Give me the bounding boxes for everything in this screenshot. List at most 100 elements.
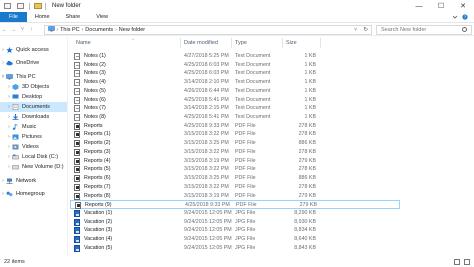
nav-quick-access[interactable]: › Quick access — [0, 45, 67, 55]
file-type: Text Document — [235, 79, 271, 86]
column-header-size[interactable]: Size — [286, 40, 297, 46]
file-row[interactable]: Notes (7) 3/14/2018 2:15 PM Text Document 1… — [70, 104, 400, 113]
pdf-file-icon — [74, 166, 80, 174]
file-date-modified: 4/25/2018 5:41 PM — [184, 96, 229, 103]
nav-new-volume-d[interactable]: › New Volume (D:) — [0, 162, 67, 172]
breadcrumb-documents[interactable]: Documents — [85, 27, 113, 33]
file-date-modified: 4/25/2018 9:33 PM — [185, 202, 230, 209]
file-row[interactable]: Vacation (2) 9/24/2015 12:05 PM JPG File 8,… — [70, 218, 400, 227]
nav-network[interactable]: › Network — [0, 176, 67, 186]
file-size: 278 KB — [298, 122, 316, 129]
column-divider[interactable] — [320, 38, 321, 48]
search-box[interactable]: Search New folder — [376, 25, 472, 35]
minimize-button[interactable]: — — [408, 0, 430, 12]
file-name: Reports (8) — [84, 192, 111, 199]
nav-onedrive[interactable]: › OneDrive — [0, 58, 67, 68]
column-divider[interactable] — [231, 38, 232, 48]
breadcrumb-this-pc[interactable]: This PC — [60, 27, 80, 33]
file-type: PDF File — [235, 122, 256, 129]
close-button[interactable]: ✕ — [452, 0, 474, 12]
pdf-file-icon — [74, 131, 80, 139]
nav-label: Homegroup — [16, 191, 45, 197]
file-row[interactable]: Notes (2) 4/25/2018 6:03 PM Text Document 1… — [70, 61, 400, 70]
nav-music[interactable]: › Music — [0, 122, 67, 132]
file-row[interactable]: Notes (3) 4/25/2018 6:03 PM Text Document 1… — [70, 69, 400, 78]
details-view-icon[interactable] — [454, 259, 460, 265]
tab-home[interactable]: Home — [27, 12, 58, 22]
tab-share[interactable]: Share — [58, 12, 89, 22]
expand-ribbon-icon[interactable] — [452, 14, 458, 20]
window-controls: — ☐ ✕ — [408, 0, 474, 12]
nav-label: Music — [22, 124, 37, 130]
tab-file[interactable]: File — [0, 12, 27, 22]
sort-ascending-icon: ^ — [132, 37, 134, 42]
file-row[interactable]: Reports (6) 3/15/2018 3:25 PM PDF File 886 … — [70, 174, 400, 183]
nav-this-pc[interactable]: ˅ This PC — [0, 72, 67, 82]
nav-downloads[interactable]: › Downloads — [0, 112, 67, 122]
file-row[interactable]: Reports (7) 3/15/2018 3:22 PM PDF File 278 … — [70, 183, 400, 192]
nav-desktop[interactable]: › Desktop — [0, 92, 67, 102]
nav-documents[interactable]: › Documents — [0, 102, 67, 112]
file-row[interactable]: Reports 4/25/2018 9:33 PM PDF File 278 KB — [70, 122, 400, 131]
file-row[interactable]: Vacation (1) 9/24/2015 12:05 PM JPG File 8,… — [70, 209, 400, 218]
file-date-modified: 4/25/2018 9:33 PM — [184, 122, 229, 129]
file-row[interactable]: Reports (9) 4/25/2018 9:33 PM PDF File 279 … — [70, 200, 400, 210]
file-type: Text Document — [235, 87, 271, 94]
file-row[interactable]: Reports (3) 3/15/2018 3:22 PM PDF File 278 … — [70, 148, 400, 157]
large-icons-view-icon[interactable] — [464, 259, 470, 265]
file-date-modified: 4/27/2018 5:25 PM — [184, 53, 229, 59]
forward-icon[interactable]: → — [9, 27, 18, 33]
pdf-file-icon — [74, 157, 80, 165]
file-row[interactable]: Vacation (5) 9/24/2015 12:05 PM JPG File 8,… — [70, 244, 400, 253]
file-date-modified: 3/15/2018 3:25 PM — [184, 175, 229, 182]
file-row[interactable]: Notes (4) 3/14/2018 2:10 PM Text Document 1… — [70, 78, 400, 87]
search-input[interactable]: Search New folder — [381, 27, 426, 33]
address-bar[interactable]: › This PC › Documents › New folder ˅ ↻ — [44, 25, 372, 35]
file-type: Text Document — [235, 96, 271, 103]
file-row[interactable]: Notes (8) 4/25/2018 5:41 PM Text Document 1… — [70, 113, 400, 122]
nav-pictures[interactable]: › Pictures — [0, 132, 67, 142]
file-size: 1 KB — [304, 70, 316, 77]
maximize-button[interactable]: ☐ — [430, 0, 452, 12]
nav-videos[interactable]: › Videos — [0, 142, 67, 152]
properties-icon[interactable] — [4, 3, 11, 9]
column-header-type[interactable]: Type — [235, 40, 247, 46]
file-row[interactable]: Vacation (4) 9/24/2015 12:05 PM JPG File 8,… — [70, 235, 400, 244]
nav-label: 3D Objects — [22, 84, 50, 90]
file-row[interactable]: Reports (2) 3/15/2018 3:25 PM PDF File 886 … — [70, 139, 400, 148]
breadcrumb-new-folder[interactable]: New folder — [119, 27, 145, 33]
help-icon[interactable]: ? — [462, 14, 468, 20]
column-header-date[interactable]: Date modified — [184, 40, 218, 46]
cube-icon — [12, 84, 19, 90]
file-row[interactable]: Reports (8) 3/15/2018 3:19 PM PDF File 279 … — [70, 192, 400, 201]
back-icon[interactable]: ← — [0, 27, 9, 33]
tab-view[interactable]: View — [88, 12, 116, 22]
column-divider[interactable] — [180, 38, 181, 48]
file-row[interactable]: Reports (1) 3/15/2018 3:22 PM PDF File 278 … — [70, 130, 400, 139]
file-size: 1 KB — [304, 87, 316, 94]
file-row[interactable]: Notes (6) 4/25/2018 5:41 PM Text Document 1… — [70, 96, 400, 105]
address-dropdown-icon[interactable]: ˅ — [354, 27, 357, 33]
nav-homegroup[interactable]: › Homegroup — [0, 189, 67, 199]
nav-3d-objects[interactable]: › 3D Objects — [0, 82, 67, 92]
file-row[interactable]: Reports (4) 3/15/2018 3:19 PM PDF File 279 … — [70, 157, 400, 166]
file-type: Text Document — [235, 53, 271, 59]
file-row[interactable]: Reports (5) 3/15/2018 3:22 PM PDF File 278 … — [70, 165, 400, 174]
file-name: Vacation (2) — [84, 218, 113, 225]
text-file-icon — [74, 79, 80, 87]
column-header-name[interactable]: Name — [76, 40, 91, 46]
new-folder-icon[interactable] — [17, 3, 24, 9]
file-row[interactable]: Notes (5) 4/26/2018 6:44 PM Text Document 1… — [70, 87, 400, 96]
file-type: PDF File — [235, 157, 256, 164]
file-list: Name ^ Date modified Type Size Notes (1)… — [70, 37, 474, 256]
recent-locations-icon[interactable]: ˅ — [18, 27, 27, 33]
refresh-icon[interactable]: ↻ — [363, 27, 368, 33]
file-date-modified: 3/14/2018 2:10 PM — [184, 79, 229, 86]
column-divider[interactable] — [282, 38, 283, 48]
file-row[interactable]: Notes (1) 4/27/2018 5:25 PM Text Document 1… — [70, 52, 400, 61]
nav-local-disk-c[interactable]: › Local Disk (C:) — [0, 152, 67, 162]
download-icon — [12, 114, 19, 120]
up-icon[interactable]: ↑ — [27, 27, 36, 33]
file-row[interactable]: Vacation (3) 9/24/2015 12:05 PM JPG File 8,… — [70, 226, 400, 235]
file-explorer-window: New folder — ☐ ✕ File Home Share View ? … — [0, 0, 474, 267]
